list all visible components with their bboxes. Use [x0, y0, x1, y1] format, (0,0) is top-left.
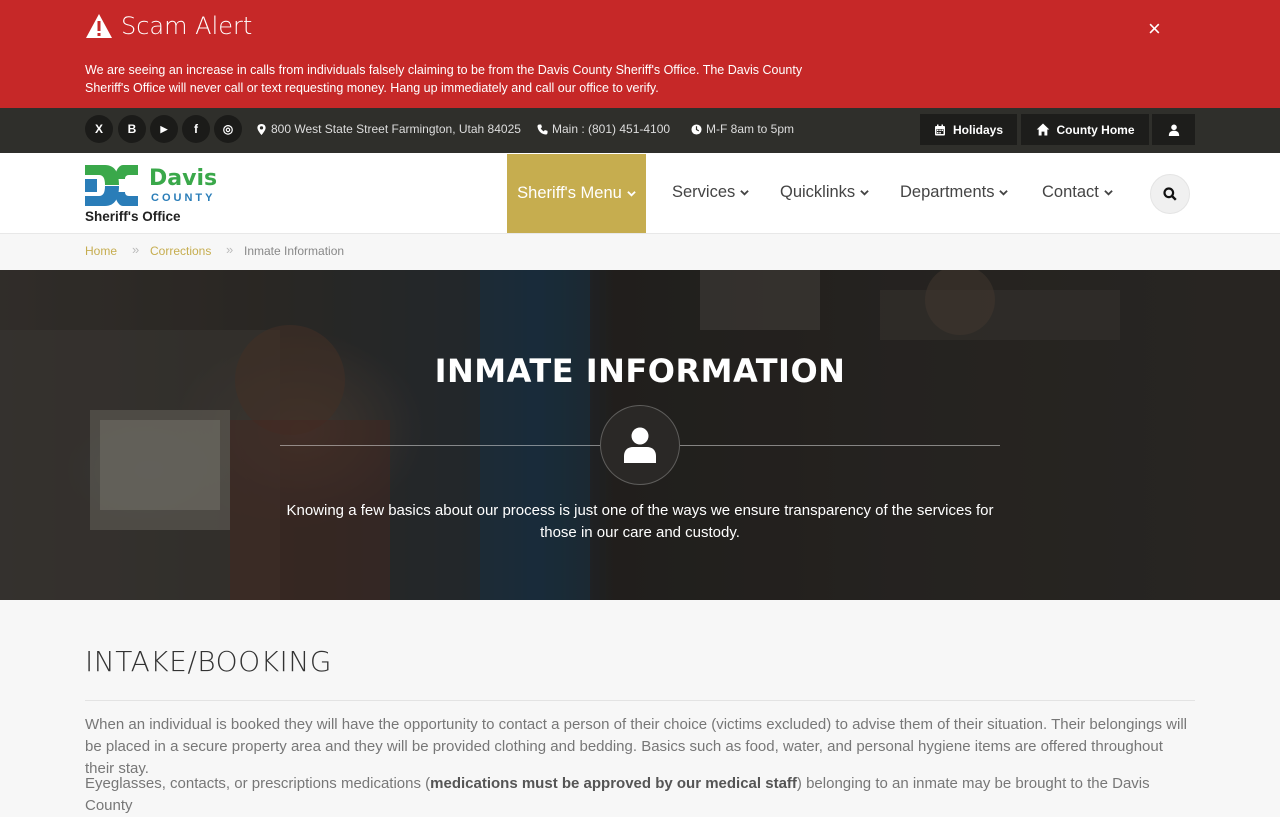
davis-county-logo[interactable]: Davis COUNTY Sheriff's Office: [85, 165, 235, 225]
nav-contact[interactable]: Contact: [1042, 183, 1113, 202]
user-icon: [624, 427, 656, 463]
double-chevron-icon: »: [132, 242, 140, 257]
holidays-button[interactable]: Holidays: [920, 114, 1017, 145]
logo-county-text: COUNTY: [151, 192, 216, 204]
breadcrumb-current: Inmate Information: [244, 244, 345, 258]
medications-note: medications must be approved by our medi…: [430, 775, 797, 792]
address-text[interactable]: 800 West State Street Farmington, Utah 8…: [271, 122, 521, 136]
main-content: INTAKE/BOOKING When an individual is boo…: [0, 600, 1280, 814]
instagram-icon[interactable]: ◎: [214, 115, 242, 143]
logo-office-text: Sheriff's Office: [85, 209, 181, 224]
chevron-down-icon: [999, 190, 1009, 196]
section-heading: INTAKE/BOOKING: [85, 645, 332, 678]
x-icon[interactable]: X: [85, 115, 113, 143]
home-icon: [1036, 123, 1049, 136]
hours-text: M-F 8am to 5pm: [706, 122, 795, 136]
youtube-icon[interactable]: ▶: [150, 115, 178, 143]
county-home-button[interactable]: County Home: [1021, 114, 1149, 145]
facebook-icon[interactable]: f: [182, 115, 210, 143]
logo-davis-text: Davis: [149, 166, 218, 191]
chevron-down-icon: [740, 190, 750, 196]
alert-title-row: Scam Alert: [85, 12, 252, 40]
eyeglasses-paragraph: Eyeglasses, contacts, or prescriptions m…: [85, 773, 1195, 817]
nav-departments[interactable]: Departments: [900, 183, 1009, 202]
nav-services[interactable]: Services: [672, 183, 750, 202]
logo-mark-icon: [85, 165, 138, 206]
intake-paragraph: When an individual is booked they will h…: [85, 716, 1187, 777]
chevron-down-icon: [860, 190, 869, 196]
holidays-label: Holidays: [952, 122, 1003, 137]
breadcrumb-corrections[interactable]: Corrections: [150, 244, 211, 258]
breadcrumb: Home » Corrections » Inmate Information: [0, 234, 1280, 270]
alert-message: We are seeing an increase in calls from …: [85, 63, 803, 95]
calendar-icon: [934, 124, 945, 135]
search-icon: [1163, 187, 1177, 201]
login-button[interactable]: [1152, 114, 1195, 145]
nav-label: Contact: [1042, 183, 1099, 201]
chevron-down-icon: [627, 191, 636, 197]
site-header: Davis COUNTY Sheriff's Office Sheriff's …: [0, 153, 1280, 234]
phone-icon: [537, 123, 548, 135]
county-home-label: County Home: [1056, 122, 1135, 137]
phone-info: Main : (801) 451-4100: [537, 122, 670, 136]
clock-icon: [691, 123, 702, 135]
double-chevron-icon: »: [226, 242, 234, 257]
address-info: 800 West State Street Farmington, Utah 8…: [256, 122, 521, 136]
search-button[interactable]: [1150, 174, 1190, 214]
top-info-bar: X B ▶ f ◎ 800 West State Street Farmingt…: [0, 108, 1280, 153]
hours-info: M-F 8am to 5pm: [691, 122, 794, 136]
map-marker-icon: [257, 123, 266, 135]
nav-sheriffs-menu[interactable]: Sheriff's Menu: [507, 154, 646, 233]
nav-quicklinks[interactable]: Quicklinks: [780, 183, 869, 202]
hero-divider-left: [280, 445, 600, 446]
hero-subtitle: Knowing a few basics about our process i…: [286, 502, 994, 541]
chevron-down-icon: [1104, 190, 1113, 196]
nav-label: Quicklinks: [780, 183, 856, 201]
hero-banner: INMATE INFORMATION Knowing a few basics …: [0, 270, 1280, 600]
breadcrumb-home[interactable]: Home: [85, 244, 117, 258]
nav-label: Services: [672, 183, 736, 201]
inmate-user-icon: [600, 405, 680, 485]
user-icon: [1168, 124, 1179, 136]
blogger-icon[interactable]: B: [118, 115, 146, 143]
paragraph-text: Eyeglasses, contacts, or prescriptions m…: [85, 775, 431, 792]
alert-title: Scam Alert: [121, 12, 253, 40]
scam-alert-banner: Scam Alert We are seeing an increase in …: [0, 0, 1280, 108]
warning-icon: [86, 14, 112, 38]
hero-title: INMATE INFORMATION: [434, 352, 846, 390]
close-icon[interactable]: ×: [1148, 16, 1161, 42]
hero-divider-right: [680, 445, 1000, 446]
nav-label: Departments: [900, 183, 995, 201]
nav-label: Sheriff's Menu: [517, 184, 622, 202]
phone-text[interactable]: Main : (801) 451-4100: [552, 122, 670, 136]
section-divider: [85, 700, 1195, 701]
